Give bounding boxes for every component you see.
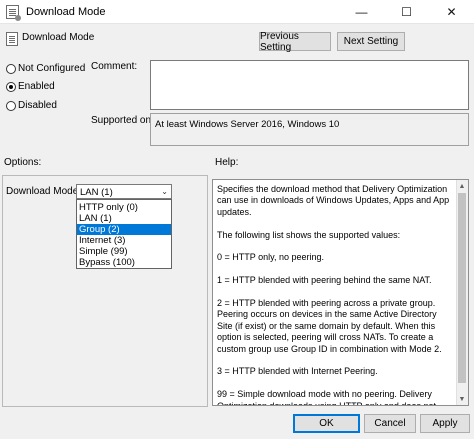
help-paragraph: 1 = HTTP blended with peering behind the… — [217, 275, 432, 286]
radio-enabled-label[interactable]: Enabled — [18, 81, 55, 92]
setting-title: Download Mode — [22, 32, 95, 43]
minimize-button[interactable]: — — [339, 0, 384, 24]
radio-disabled[interactable] — [6, 101, 16, 111]
scroll-down-arrow-icon[interactable]: ▼ — [456, 393, 468, 405]
next-setting-button[interactable]: Next Setting — [337, 32, 405, 51]
radio-not-configured[interactable] — [6, 64, 16, 74]
radio-enabled[interactable] — [6, 82, 16, 92]
previous-setting-button[interactable]: Previous Setting — [259, 31, 331, 53]
scroll-up-arrow-icon[interactable]: ▲ — [456, 180, 468, 192]
dropdown-option-group[interactable]: Group (2) — [77, 224, 171, 235]
ok-button[interactable]: OK — [293, 414, 360, 433]
dropdown-option-internet[interactable]: Internet (3) — [77, 235, 171, 246]
supported-on-field: At least Windows Server 2016, Windows 10 — [150, 113, 469, 146]
download-mode-selected-value: LAN (1) — [80, 187, 113, 198]
help-paragraph: Specifies the download method that Deliv… — [217, 184, 450, 217]
options-section-label: Options: — [4, 157, 42, 168]
download-mode-dropdown-list: HTTP only (0) LAN (1) Group (2) Internet… — [76, 199, 172, 269]
apply-button[interactable]: Apply — [420, 414, 470, 433]
download-mode-label: Download Mode: — [6, 186, 82, 197]
help-paragraph: 3 = HTTP blended with Internet Peering. — [217, 366, 378, 377]
comment-label: Comment: — [91, 61, 138, 72]
maximize-button[interactable]: ☐ — [384, 0, 429, 24]
chevron-down-icon: ⌄ — [161, 187, 168, 196]
dropdown-option-simple[interactable]: Simple (99) — [77, 246, 171, 257]
help-section-label: Help: — [215, 157, 239, 168]
help-paragraph: The following list shows the supported v… — [217, 229, 401, 240]
scrollbar-thumb[interactable] — [458, 193, 466, 383]
help-text: Specifies the download method that Deliv… — [217, 184, 453, 406]
help-panel: Specifies the download method that Deliv… — [212, 179, 469, 406]
cancel-button[interactable]: Cancel — [364, 414, 416, 433]
radio-disabled-label[interactable]: Disabled — [18, 100, 57, 111]
help-paragraph: 99 = Simple download mode with no peerin… — [217, 389, 436, 406]
dropdown-option-lan[interactable]: LAN (1) — [77, 213, 171, 224]
dropdown-option-bypass[interactable]: Bypass (100) — [77, 257, 171, 268]
policy-setting-icon — [6, 5, 21, 21]
setting-icon — [6, 32, 18, 46]
help-paragraph: 0 = HTTP only, no peering. — [217, 252, 324, 263]
supported-on-label: Supported on: — [91, 115, 154, 126]
comment-field[interactable] — [150, 60, 469, 110]
radio-not-configured-label[interactable]: Not Configured — [18, 63, 85, 74]
window-title: Download Mode — [26, 6, 106, 18]
close-button[interactable]: ✕ — [429, 0, 474, 24]
download-mode-select[interactable]: LAN (1) ⌄ — [76, 184, 172, 199]
dropdown-option-http-only[interactable]: HTTP only (0) — [77, 202, 171, 213]
help-paragraph: 2 = HTTP blended with peering across a p… — [217, 298, 442, 354]
